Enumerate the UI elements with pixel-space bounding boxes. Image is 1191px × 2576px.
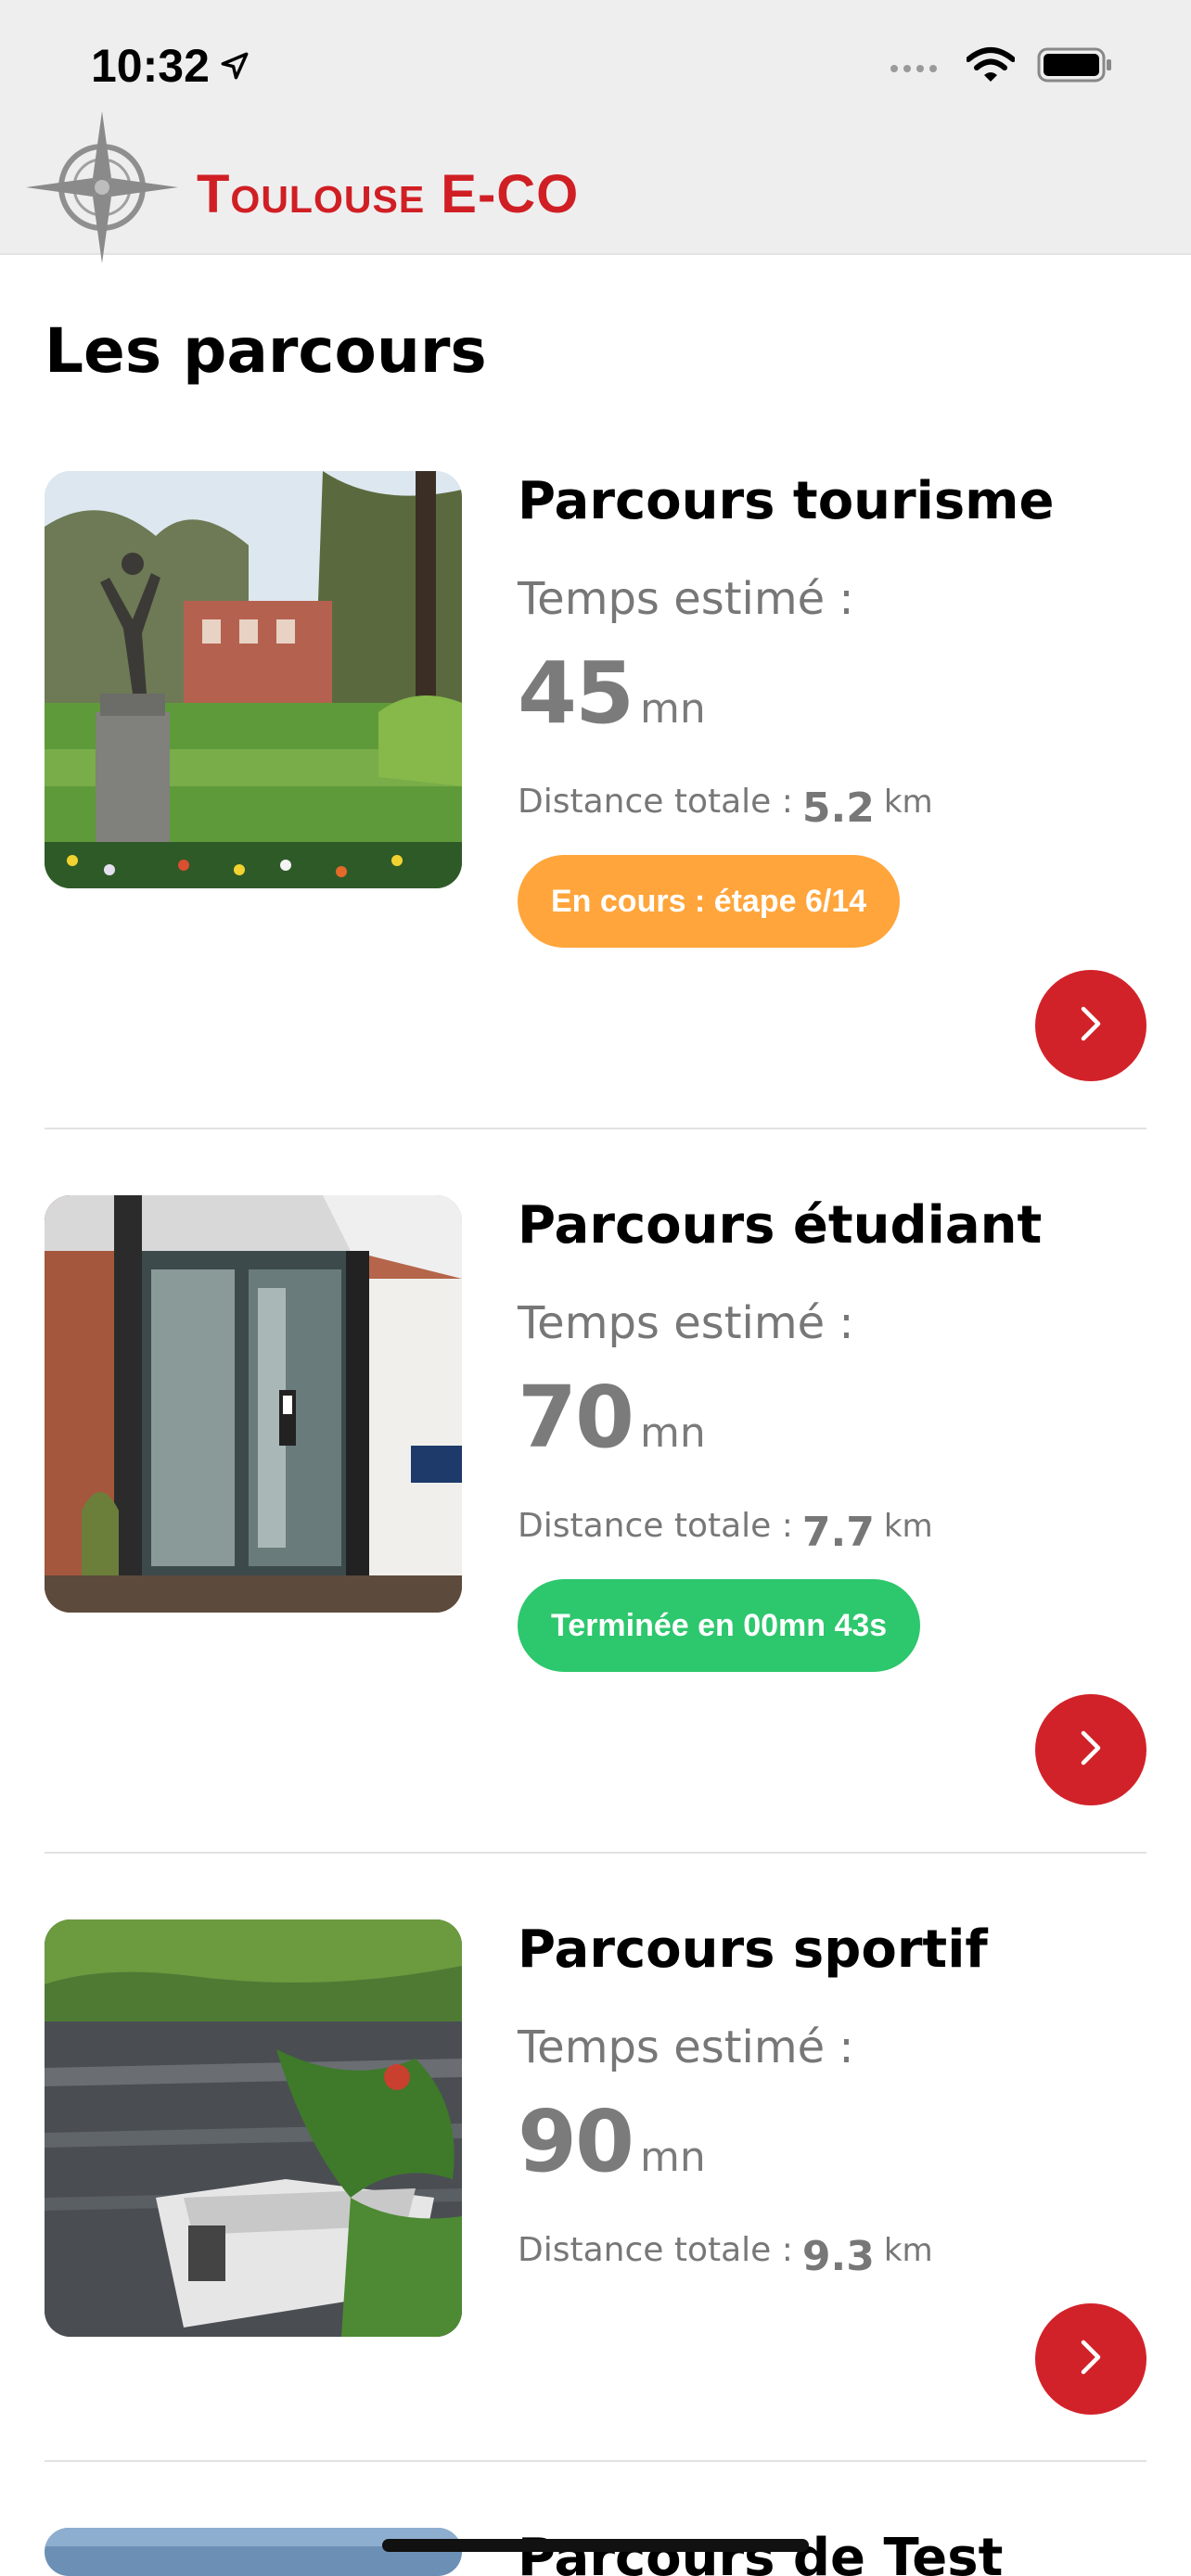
- open-course-button[interactable]: [1035, 970, 1146, 1081]
- course-card-test[interactable]: Parcours de Test: [45, 2528, 1146, 2576]
- estimated-time-number: 90: [518, 2092, 634, 2191]
- total-distance-unit: km: [883, 1508, 933, 1545]
- total-distance-unit: km: [883, 2232, 933, 2269]
- total-distance: Distance totale : 7.7 km: [518, 1499, 933, 1556]
- estimated-time-unit: mn: [640, 1409, 706, 1457]
- compass-rose-icon: [26, 111, 178, 273]
- course-card-sportif[interactable]: Parcours sportif Temps estimé : 90 mn Di…: [45, 1919, 1146, 2476]
- total-distance-label: Distance totale :: [518, 1507, 793, 1545]
- course-photo-building-entrance: [45, 1195, 462, 1613]
- course-title: Parcours de Test: [518, 2528, 1004, 2576]
- status-badge-in-progress: En cours : étape 6/14: [518, 855, 901, 948]
- estimated-time-number: 70: [518, 1368, 634, 1467]
- course-title: Parcours étudiant: [518, 1195, 1043, 1256]
- chevron-right-icon: [1070, 1003, 1111, 1049]
- card-divider: [45, 2460, 1146, 2462]
- status-bar: 10:32: [0, 0, 1191, 121]
- open-course-button[interactable]: [1035, 2303, 1146, 2415]
- page-title: Les parcours: [45, 315, 487, 387]
- status-time-text: 10:32: [91, 40, 210, 92]
- estimated-time-label: Temps estimé :: [518, 573, 854, 625]
- home-indicator[interactable]: [382, 2539, 809, 2552]
- estimated-time-label: Temps estimé :: [518, 1297, 854, 1349]
- course-photo-test: [45, 2528, 462, 2576]
- cellular-signal-icon: [889, 56, 944, 79]
- total-distance-label: Distance totale :: [518, 783, 793, 821]
- total-distance-number: 7.7: [801, 1509, 875, 1556]
- estimated-time-number: 45: [518, 644, 634, 743]
- course-photo-river-boat: [45, 1919, 462, 2337]
- estimated-time-label: Temps estimé :: [518, 2021, 854, 2073]
- location-arrow-icon: [219, 39, 250, 93]
- estimated-time-unit: mn: [640, 2134, 706, 2181]
- course-photo-statue-park: [45, 471, 462, 888]
- status-badge-completed: Terminée en 00mn 43s: [518, 1579, 921, 1672]
- status-time: 10:32: [91, 39, 250, 93]
- total-distance: Distance totale : 9.3 km: [518, 2224, 933, 2280]
- course-title: Parcours sportif: [518, 1919, 988, 1980]
- wifi-icon: [966, 46, 1016, 88]
- course-title: Parcours tourisme: [518, 471, 1055, 531]
- total-distance-label: Distance totale :: [518, 2231, 793, 2269]
- card-divider: [45, 1128, 1146, 1129]
- open-course-button[interactable]: [1035, 1694, 1146, 1805]
- estimated-time-value: 90 mn: [518, 2092, 706, 2191]
- chevron-right-icon: [1070, 1728, 1111, 1773]
- total-distance-number: 9.3: [801, 2233, 875, 2280]
- course-card-tourisme[interactable]: Parcours tourisme Temps estimé : 45 mn D…: [45, 471, 1146, 1083]
- chevron-right-icon: [1070, 2337, 1111, 2382]
- app-logo-text: Toulouse E-CO: [197, 164, 580, 224]
- course-card-etudiant[interactable]: Parcours étudiant Temps estimé : 70 mn D…: [45, 1195, 1146, 1807]
- estimated-time-value: 70 mn: [518, 1368, 706, 1467]
- estimated-time-value: 45 mn: [518, 644, 706, 743]
- total-distance: Distance totale : 5.2 km: [518, 775, 933, 832]
- estimated-time-unit: mn: [640, 685, 706, 733]
- card-divider: [45, 1852, 1146, 1854]
- battery-icon: [1037, 46, 1113, 88]
- total-distance-number: 5.2: [801, 784, 875, 832]
- total-distance-unit: km: [883, 784, 933, 821]
- app-header: Toulouse E-CO: [0, 111, 1191, 263]
